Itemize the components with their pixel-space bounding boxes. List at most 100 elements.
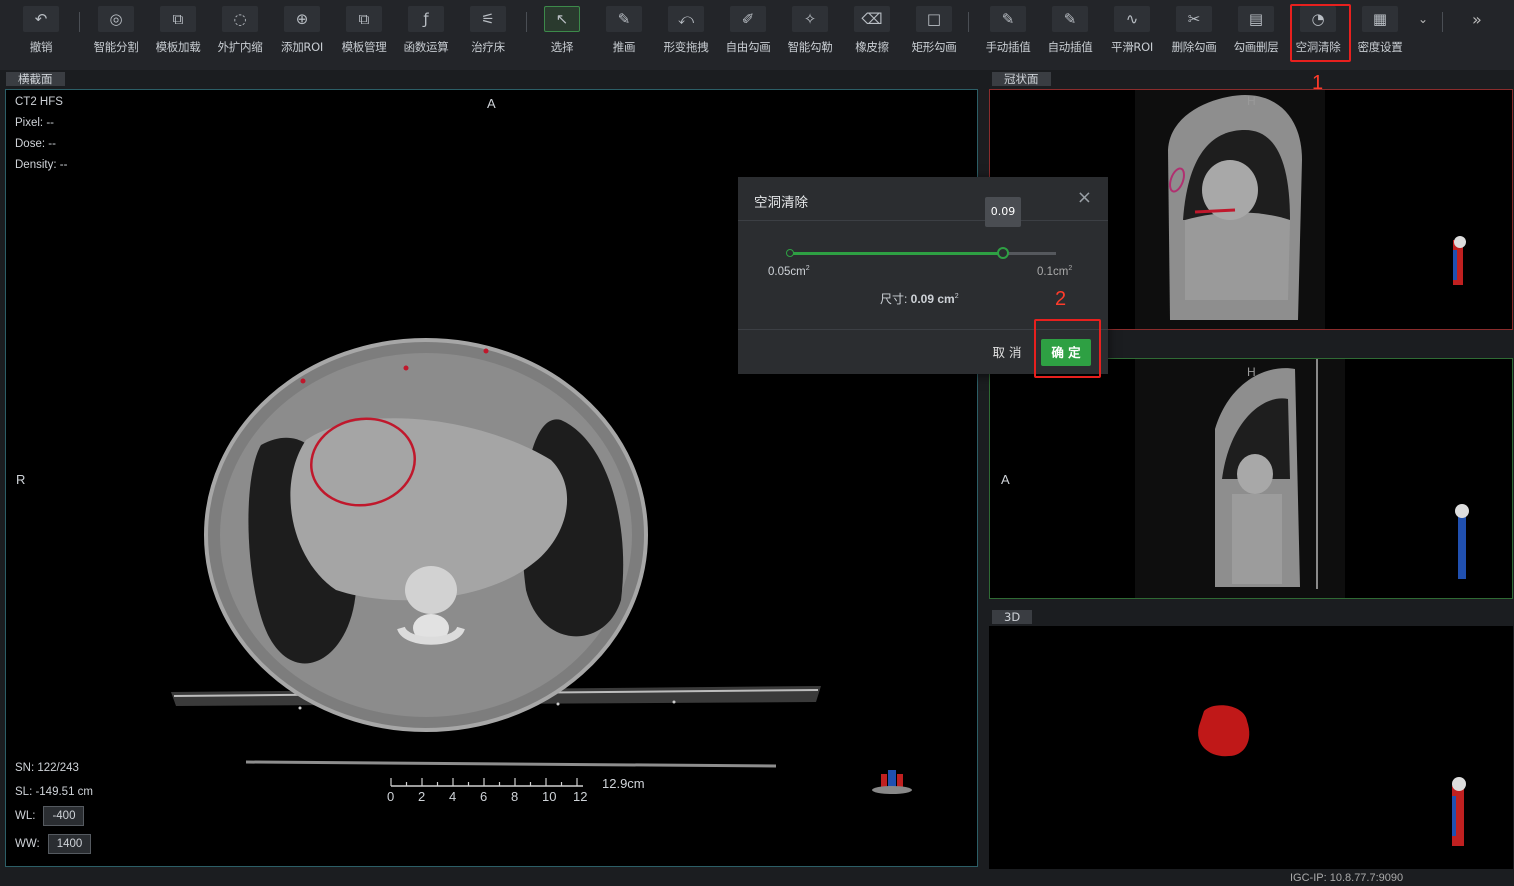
smart-outline-icon: ✧	[792, 6, 828, 32]
smooth-roi-icon: ∿	[1114, 6, 1150, 32]
toolbar-separator	[79, 12, 80, 32]
3d-render	[1198, 705, 1466, 846]
toolbar-button-label: 推画	[612, 40, 636, 54]
scale-tick-label: 4	[449, 789, 457, 804]
size-slider-track[interactable]	[786, 247, 1056, 259]
toolbar-button-label: 密度设置	[1357, 40, 1403, 54]
slider-min-label: 0.05cm2	[768, 265, 810, 278]
template-manage-icon: ⧉	[346, 6, 382, 32]
sagittal-orientation-top: H	[1247, 365, 1256, 379]
size-readout: 尺寸: 0.09 cm2	[880, 292, 959, 306]
toolbar-button-smooth-roi[interactable]: ∿ 平滑ROI	[1101, 6, 1163, 62]
toolbar-button-label: 平滑ROI	[1111, 40, 1153, 54]
scale-length: 12.9cm	[602, 776, 645, 791]
scale-tick-label: 10	[542, 789, 557, 804]
tab-3d[interactable]: 3D	[992, 610, 1033, 624]
toolbar-button-treatment-couch[interactable]: ⚟ 治疗床	[457, 6, 519, 62]
toolbar-button-label: 智能勾勒	[787, 40, 833, 54]
tab-axial[interactable]: 横截面	[6, 72, 65, 86]
smart-segment-icon: ◎	[98, 6, 134, 32]
scale-tick-label: 2	[418, 789, 426, 804]
toolbar-button-hole-clear[interactable]: ◔ 空洞清除	[1287, 6, 1349, 62]
toolbar-button-label: 模板管理	[341, 40, 387, 54]
toolbar-button-label: 治疗床	[471, 40, 505, 54]
toolbar-button-template-load[interactable]: ⧉ 模板加载	[147, 6, 209, 62]
toolbar-button-label: 矩形勾画	[911, 40, 957, 54]
rectangle-draw-icon: □	[916, 6, 952, 32]
scale-tick-label: 6	[480, 789, 488, 804]
scale-tick-label: 8	[511, 789, 519, 804]
dose-readout: Dose: --	[15, 138, 56, 150]
toolbar-button-eraser[interactable]: ⌫ 橡皮擦	[841, 6, 903, 62]
toolbar-button-label: 勾画删层	[1233, 40, 1279, 54]
auto-interpolate-icon: ✎	[1052, 6, 1088, 32]
toolbar-button-label: 手动插值	[985, 40, 1031, 54]
toolbar-button-label: 自动插值	[1047, 40, 1093, 54]
density-readout: Density: --	[15, 159, 68, 171]
toolbar-button-push-draw[interactable]: ✎ 推画	[593, 6, 655, 62]
toolbar-button-delete-layer[interactable]: ▤ 勾画删层	[1225, 6, 1287, 62]
scale-tick-label: 12	[573, 789, 588, 804]
slider-max-label: 0.1cm2	[1037, 265, 1073, 278]
toolbar-button-function-calc[interactable]: ƒ 函数运算	[395, 6, 457, 62]
toolbar-separator	[1442, 12, 1443, 32]
toolbar-button-label: 删除勾画	[1171, 40, 1217, 54]
sagittal-view[interactable]: H A	[989, 358, 1513, 599]
toolbar-button-label: 智能分割	[93, 40, 139, 54]
orientation-left: R	[16, 472, 26, 487]
wl-label: WL:	[15, 810, 36, 822]
series-label: CT2 HFS	[15, 96, 63, 108]
highlight-confirm	[1034, 319, 1101, 378]
expand-shrink-icon: ◌	[222, 6, 258, 32]
toolbar-button-label: 函数运算	[403, 40, 449, 54]
toolbar-button-label: 自由勾画	[725, 40, 771, 54]
toolbar-button-rectangle-draw[interactable]: □ 矩形勾画	[903, 6, 965, 62]
add-roi-icon: ⊕	[284, 6, 320, 32]
double-chevron-right-icon[interactable]: »	[1472, 10, 1482, 29]
push-draw-icon: ✎	[606, 6, 642, 32]
toolbar-button-free-draw[interactable]: ✐ 自由勾画	[717, 6, 779, 62]
slider-tooltip: 0.09	[985, 197, 1021, 227]
density-settings-icon: ▦	[1362, 6, 1398, 32]
toolbar-button-undo[interactable]: ↶ 撤销	[10, 6, 72, 62]
toolbar-button-smart-segment[interactable]: ◎ 智能分割	[85, 6, 147, 62]
toolbar-button-delete-draw[interactable]: ✂ 删除勾画	[1163, 6, 1225, 62]
toolbar-button-deform-drag[interactable]: ⤺ 形变拖拽	[655, 6, 717, 62]
toolbar-button-smart-outline[interactable]: ✧ 智能勾勒	[779, 6, 841, 62]
toolbar-button-add-roi[interactable]: ⊕ 添加ROI	[271, 6, 333, 62]
orientation-top: A	[487, 96, 496, 111]
ww-label: WW:	[15, 838, 40, 850]
chevron-down-icon[interactable]: ⌄	[1418, 12, 1428, 26]
coronal-orientation-top: H	[1247, 94, 1256, 108]
toolbar-button-auto-interpolate[interactable]: ✎ 自动插值	[1039, 6, 1101, 62]
size-slider-fill	[790, 252, 1003, 255]
toolbar-button-expand-shrink[interactable]: ◌ 外扩内缩	[209, 6, 271, 62]
annotation-step-2: 2	[1055, 288, 1067, 310]
slice-number: SN: 122/243	[15, 762, 79, 774]
close-icon[interactable]: ×	[1077, 187, 1092, 208]
toolbar-button-template-manage[interactable]: ⧉ 模板管理	[333, 6, 395, 62]
delete-layer-icon: ▤	[1238, 6, 1274, 32]
hole-clear-icon: ◔	[1300, 6, 1336, 32]
toolbar-separator	[968, 12, 969, 32]
size-slider-thumb[interactable]	[996, 247, 1009, 259]
select-cursor-icon: ↖	[544, 6, 580, 32]
sagittal-ct-image	[1135, 359, 1469, 598]
slice-location: SL: -149.51 cm	[15, 786, 93, 798]
toolbar-button-select-cursor[interactable]: ↖ 选择	[531, 6, 593, 62]
toolbar-button-label: 形变拖拽	[663, 40, 709, 54]
toolbar-button-label: 添加ROI	[281, 40, 323, 54]
tab-coronal[interactable]: 冠状面	[992, 72, 1051, 86]
toolbar-button-manual-interpolate[interactable]: ✎ 手动插值	[977, 6, 1039, 62]
toolbar-button-density-settings[interactable]: ▦ 密度设置	[1349, 6, 1411, 62]
cancel-button[interactable]: 取 消	[983, 339, 1031, 366]
3d-view[interactable]	[989, 626, 1513, 869]
free-draw-icon: ✐	[730, 6, 766, 32]
scale-tick-label: 0	[387, 789, 395, 804]
toolbar-separator	[526, 12, 527, 32]
function-calc-icon: ƒ	[408, 6, 444, 32]
eraser-icon: ⌫	[854, 6, 890, 32]
wl-input[interactable]: -400	[43, 806, 85, 826]
ww-input[interactable]: 1400	[47, 834, 92, 854]
toolbar-button-label: 空洞清除	[1295, 40, 1341, 54]
